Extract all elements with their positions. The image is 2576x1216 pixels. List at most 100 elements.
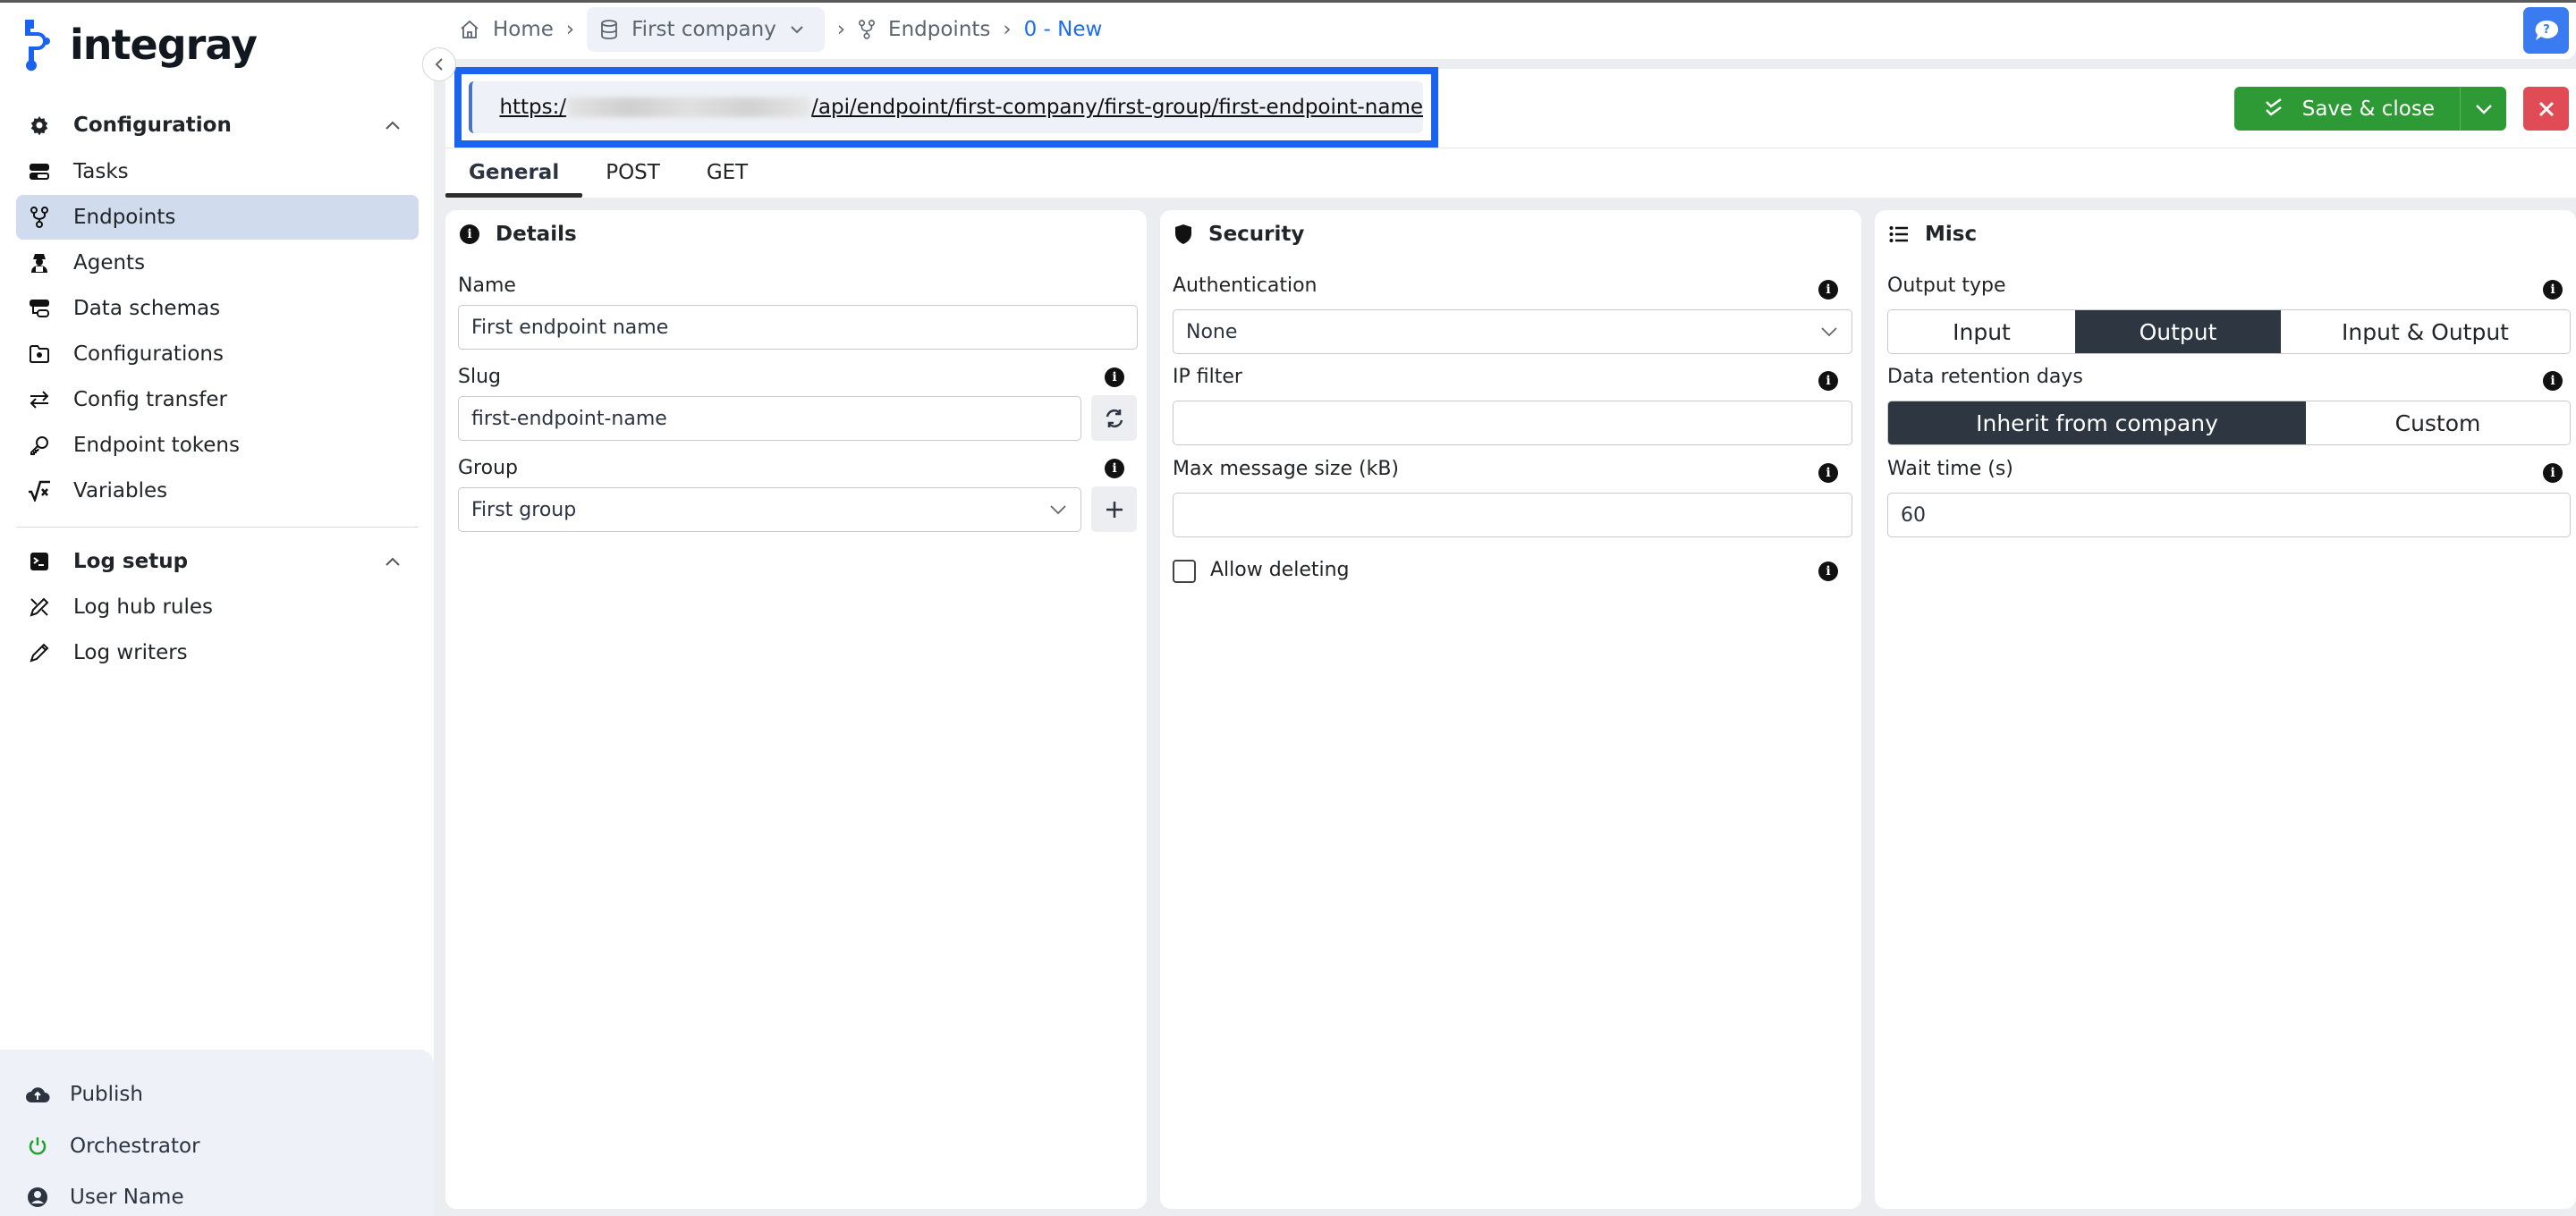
tab-get[interactable]: GET	[683, 148, 771, 198]
info-circle-icon: i	[460, 224, 479, 244]
slug-info-icon[interactable]: i	[1105, 367, 1124, 387]
plus-icon	[1106, 501, 1123, 518]
help-chat-icon: ?	[2535, 20, 2558, 40]
slug-input[interactable]: first-endpoint-name	[458, 396, 1081, 441]
add-group-button[interactable]	[1091, 486, 1137, 532]
sidebar-section-log-setup[interactable]: Log setup	[16, 539, 419, 584]
chevron-down-icon	[2475, 104, 2492, 114]
sidebar-item-label: Data schemas	[73, 297, 221, 320]
chevron-right-icon: ›	[565, 18, 575, 41]
power-icon	[25, 1134, 50, 1159]
breadcrumb-current: 0 - New	[1023, 18, 1103, 41]
save-close-button[interactable]: Save & close	[2234, 87, 2460, 131]
chevron-down-icon	[1821, 327, 1837, 337]
retention-custom[interactable]: Custom	[2306, 401, 2570, 444]
pen-ruler-icon	[27, 595, 52, 620]
chevron-up-icon[interactable]	[383, 552, 402, 571]
ip-filter-info-icon[interactable]: i	[1818, 371, 1838, 391]
sidebar-item-data-schemas[interactable]: Data schemas	[16, 286, 419, 331]
tab-bar: General POST GET	[445, 148, 771, 198]
breadcrumb-endpoints[interactable]: Endpoints	[858, 18, 990, 41]
retention-inherit[interactable]: Inherit from company	[1888, 401, 2306, 444]
authentication-label: Authentication	[1173, 274, 1318, 297]
save-close-label: Save & close	[2301, 97, 2435, 121]
refresh-icon	[1106, 409, 1123, 427]
output-type-output[interactable]: Output	[2075, 310, 2281, 353]
help-button[interactable]: ?	[2523, 7, 2569, 54]
sidebar-item-label: Tasks	[73, 160, 129, 183]
wait-time-info-icon[interactable]: i	[2543, 463, 2563, 483]
sidebar-item-label: Endpoints	[73, 206, 176, 229]
wait-time-label: Wait time (s)	[1887, 458, 2013, 480]
orchestrator-button[interactable]: Orchestrator	[25, 1134, 200, 1159]
misc-title: Misc	[1889, 223, 1977, 246]
output-type-info-icon[interactable]: i	[2543, 280, 2563, 300]
save-options-dropdown[interactable]	[2460, 87, 2506, 131]
max-message-size-label: Max message size (kB)	[1173, 458, 1399, 480]
sidebar-item-configurations[interactable]: Configurations	[16, 332, 419, 376]
breadcrumb: Home › First company › Endpoints › 0 - N…	[459, 7, 1102, 52]
breadcrumb-company-select[interactable]: First company	[587, 7, 825, 52]
ip-filter-input[interactable]	[1173, 401, 1852, 445]
user-name: User Name	[70, 1186, 184, 1209]
chevron-right-icon: ›	[1003, 18, 1012, 41]
sidebar-item-config-transfer[interactable]: Config transfer	[16, 377, 419, 422]
sidebar-item-agents[interactable]: Agents	[16, 241, 419, 285]
sidebar-item-endpoint-tokens[interactable]: Endpoint tokens	[16, 423, 419, 468]
tab-general[interactable]: General	[445, 148, 583, 198]
authentication-select[interactable]: None	[1173, 309, 1852, 354]
output-type-input[interactable]: Input	[1888, 310, 2075, 353]
publish-button[interactable]: Publish	[25, 1082, 143, 1107]
name-label: Name	[458, 274, 516, 297]
double-check-icon	[2265, 97, 2282, 116]
max-message-size-input[interactable]	[1173, 493, 1852, 537]
sidebar-item-variables[interactable]: Variables	[16, 469, 419, 513]
database-icon	[601, 20, 618, 39]
chevron-left-icon	[435, 58, 443, 71]
data-schema-icon	[27, 296, 52, 321]
allow-deleting-checkbox[interactable]	[1173, 560, 1196, 583]
orchestrator-label: Orchestrator	[70, 1135, 200, 1158]
chevron-up-icon[interactable]	[383, 115, 402, 135]
tasks-icon	[27, 159, 52, 184]
chevron-down-icon	[1050, 505, 1066, 515]
sidebar-item-log-writers[interactable]: Log writers	[16, 630, 419, 675]
output-type-toggle: Input Output Input & Output	[1887, 309, 2571, 354]
chevron-right-icon: ›	[836, 18, 846, 41]
group-label: Group	[458, 457, 518, 479]
regenerate-slug-button[interactable]	[1091, 395, 1137, 441]
sidebar-item-label: Endpoint tokens	[73, 434, 240, 457]
authentication-select-value: None	[1186, 320, 1238, 343]
window-top-border	[0, 0, 2576, 3]
sidebar-section-configuration[interactable]: Configuration	[16, 103, 419, 148]
endpoints-icon	[859, 20, 876, 39]
sidebar-item-label: Log hub rules	[73, 595, 214, 619]
sidebar-collapse-toggle[interactable]	[422, 47, 456, 81]
name-input[interactable]: First endpoint name	[458, 305, 1138, 350]
group-info-icon[interactable]: i	[1105, 459, 1124, 478]
authentication-info-icon[interactable]: i	[1818, 280, 1838, 300]
output-type-input-output[interactable]: Input & Output	[2281, 310, 2570, 353]
allow-deleting-info-icon[interactable]: i	[1818, 562, 1838, 581]
data-retention-info-icon[interactable]: i	[2543, 371, 2563, 391]
user-menu-button[interactable]: User Name	[25, 1185, 184, 1210]
misc-title-label: Misc	[1925, 223, 1978, 246]
logo[interactable]: integray	[21, 18, 258, 72]
sidebar-item-endpoints[interactable]: Endpoints	[16, 195, 419, 240]
brand-name: integray	[70, 21, 258, 69]
tab-post[interactable]: POST	[582, 148, 683, 198]
endpoint-url-box: https:/ /api/endpoint/first-company/firs…	[469, 81, 1423, 133]
wait-time-input[interactable]: 60	[1887, 493, 2571, 537]
max-message-size-info-icon[interactable]: i	[1818, 463, 1838, 483]
data-retention-label: Data retention days	[1887, 366, 2083, 388]
user-circle-icon	[25, 1185, 50, 1210]
sidebar-divider	[16, 527, 419, 528]
breadcrumb-home[interactable]: Home	[459, 18, 554, 41]
endpoint-url-link[interactable]: https:/ /api/endpoint/first-company/firs…	[499, 96, 1423, 119]
section-label: Log setup	[73, 550, 189, 573]
url-prefix: https:/	[499, 96, 567, 119]
sidebar-item-tasks[interactable]: Tasks	[16, 149, 419, 194]
sidebar-item-log-hub-rules[interactable]: Log hub rules	[16, 585, 419, 629]
close-button[interactable]	[2523, 87, 2569, 131]
group-select[interactable]: First group	[458, 487, 1081, 532]
